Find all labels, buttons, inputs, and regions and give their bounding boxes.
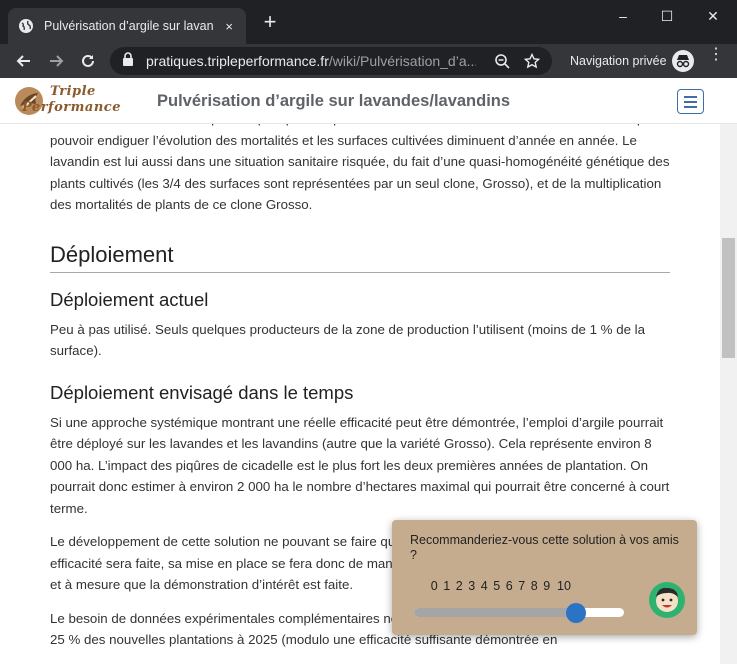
- rating-scale-label: 7: [518, 579, 526, 593]
- intro-paragraph: La situation actuelle est de plus en plu…: [50, 124, 670, 212]
- rating-scale-label: 5: [493, 579, 501, 593]
- rating-slider[interactable]: [414, 603, 624, 623]
- rating-scale-label: 3: [468, 579, 476, 593]
- reload-icon: [82, 54, 94, 67]
- recommendation-popup: Recommanderiez-vous cette solution à vos…: [392, 520, 697, 635]
- section-heading-deploiement: Déploiement: [50, 242, 670, 273]
- subsection-heading-envisage: Déploiement envisagé dans le temps: [50, 381, 354, 403]
- back-button[interactable]: [12, 49, 36, 73]
- slider-thumb[interactable]: [566, 603, 586, 623]
- browser-toolbar: pratiques.tripleperformance.fr/wiki/Pulv…: [0, 44, 737, 78]
- forward-button[interactable]: [44, 49, 68, 73]
- rating-scale-label: 2: [455, 579, 463, 593]
- browser-titlebar: Pulvérisation d’argile sur lavande × + –…: [0, 0, 737, 44]
- rating-scale-label: 4: [480, 579, 488, 593]
- hamburger-icon: [684, 95, 697, 98]
- site-header: Triple Performance Pulvérisation d’argil…: [0, 78, 737, 124]
- smiley-face-icon[interactable]: [649, 582, 685, 618]
- menu-toggle-button[interactable]: [677, 89, 704, 114]
- forward-arrow-icon: [50, 55, 64, 67]
- tab-close-icon[interactable]: ×: [222, 19, 236, 34]
- address-bar[interactable]: pratiques.tripleperformance.fr/wiki/Pulv…: [110, 47, 552, 75]
- lock-icon: [122, 51, 134, 71]
- tab-title: Pulvérisation d’argile sur lavande: [44, 19, 215, 33]
- back-arrow-icon: [16, 55, 30, 67]
- page-scrollbar[interactable]: [720, 124, 737, 664]
- minimize-button[interactable]: –: [608, 8, 638, 24]
- maximize-button[interactable]: ☐: [652, 8, 682, 25]
- paragraph-actuel: Peu à pas utilisé. Seuls quelques produc…: [50, 321, 646, 359]
- new-tab-button[interactable]: +: [260, 11, 280, 33]
- rating-scale-label: 0: [430, 579, 438, 593]
- browser-menu-icon[interactable]: ⋮: [708, 47, 724, 63]
- scrollbar-thumb[interactable]: [722, 238, 735, 358]
- subsection-heading-actuel: Déploiement actuel: [50, 288, 209, 310]
- page-title: Pulvérisation d’argile sur lavandes/lava…: [157, 92, 511, 110]
- bookmark-star-icon[interactable]: [523, 52, 541, 69]
- reload-button[interactable]: [76, 49, 100, 73]
- rating-scale-label: 8: [530, 579, 538, 593]
- rating-scale: 0 1 2 3 4 5 6 7 8 9 10: [428, 579, 573, 593]
- recommendation-question: Recommanderiez-vous cette solution à vos…: [410, 533, 679, 562]
- rating-scale-label: 6: [505, 579, 513, 593]
- private-browsing-label[interactable]: Navigation privée: [570, 54, 667, 68]
- rating-scale-label: 10: [557, 579, 571, 593]
- url-text[interactable]: pratiques.tripleperformance.fr/wiki/Pulv…: [146, 53, 476, 69]
- incognito-icon[interactable]: [672, 50, 694, 72]
- rating-scale-label: 1: [443, 579, 451, 593]
- slider-fill: [414, 608, 576, 617]
- globe-icon: [18, 18, 34, 34]
- paragraph-envisage-1: Si une approche systémique montrant une …: [50, 414, 670, 516]
- browser-tab[interactable]: Pulvérisation d’argile sur lavande ×: [8, 8, 246, 44]
- rating-scale-label: 9: [543, 579, 551, 593]
- close-window-button[interactable]: ✕: [698, 8, 728, 25]
- site-logo[interactable]: Triple Performance: [14, 84, 144, 118]
- zoom-icon[interactable]: [494, 53, 510, 69]
